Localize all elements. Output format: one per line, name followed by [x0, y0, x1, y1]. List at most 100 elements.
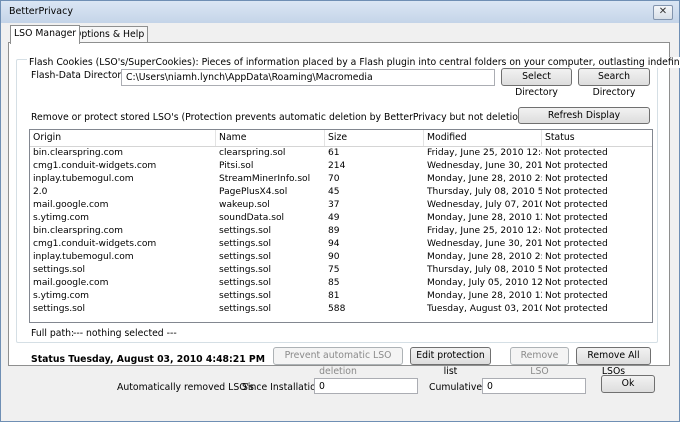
- table-row[interactable]: settings.sol settings.sol 75 Thursday, July…: [30, 264, 652, 277]
- cell-modified: Friday, June 25, 2010 12:45:25...: [427, 148, 542, 158]
- cell-size: 37: [328, 200, 340, 210]
- cell-size: 90: [328, 252, 340, 262]
- tab-lso-manager[interactable]: LSO Manager: [10, 25, 81, 44]
- remove-all-lsos-button[interactable]: Remove All LSOs: [576, 347, 651, 377]
- refresh-display-button[interactable]: Refresh Display: [518, 107, 650, 124]
- cell-name: settings.sol: [219, 278, 271, 288]
- table-row[interactable]: cmg1.conduit-widgets.com settings.sol 94 We…: [30, 238, 652, 251]
- cell-origin: inplay.tubemogul.com: [33, 174, 134, 184]
- cumulative-label: Cumulative:: [429, 382, 486, 393]
- cell-size: 49: [328, 213, 340, 223]
- cell-name: settings.sol: [219, 265, 271, 275]
- edit-protection-list-button[interactable]: Edit protection list: [410, 347, 491, 377]
- column-size[interactable]: Size: [325, 130, 424, 146]
- table-row[interactable]: mail.google.com wakeup.sol 37 Wednesday, Ju…: [30, 199, 652, 212]
- cell-modified: Thursday, July 08, 2010 5:40:...: [427, 187, 542, 197]
- cell-name: StreamMinerInfo.sol: [219, 174, 311, 184]
- column-modified[interactable]: Modified: [424, 130, 542, 146]
- table-row[interactable]: cmg1.conduit-widgets.com Pitsi.sol 214 Wedn…: [30, 160, 652, 173]
- cell-origin: s.ytimg.com: [33, 291, 90, 301]
- cell-status: Not protected: [545, 200, 608, 210]
- cell-modified: Monday, June 28, 2010 12:25:...: [427, 213, 542, 223]
- cell-modified: Monday, June 28, 2010 2:5...: [427, 174, 542, 184]
- cell-size: 81: [328, 291, 340, 301]
- cell-status: Not protected: [545, 265, 608, 275]
- select-directory-button[interactable]: Select Directory: [501, 68, 572, 98]
- cell-modified: Wednesday, July 07, 2010 12:...: [427, 200, 542, 210]
- table-row[interactable]: mail.google.com settings.sol 85 Monday, Jul…: [30, 277, 652, 290]
- cell-name: settings.sol: [219, 239, 271, 249]
- prevent-deletion-button[interactable]: Prevent automatic LSO deletion: [273, 347, 403, 377]
- cell-origin: inplay.tubemogul.com: [33, 252, 134, 262]
- cell-modified: Monday, June 28, 2010 12:25:...: [427, 291, 542, 301]
- cell-size: 61: [328, 148, 340, 158]
- close-icon[interactable]: ✕: [653, 5, 673, 20]
- title-bar[interactable]: BetterPrivacy ✕: [1, 1, 679, 23]
- cell-modified: Monday, July 05, 2010 12:59:...: [427, 278, 542, 288]
- remove-lso-button[interactable]: Remove LSO: [510, 347, 569, 377]
- cell-size: 75: [328, 265, 340, 275]
- since-installation-label: Since Installation:: [242, 382, 325, 393]
- cell-status: Not protected: [545, 187, 608, 197]
- cell-origin: cmg1.conduit-widgets.com: [33, 161, 157, 171]
- cell-size: 85: [328, 278, 340, 288]
- table-row[interactable]: 2.0 PagePlusX4.sol 45 Thursday, July 08, 20…: [30, 186, 652, 199]
- table-row[interactable]: bin.clearspring.com settings.sol 89 Friday,…: [30, 225, 652, 238]
- cell-status: Not protected: [545, 161, 608, 171]
- cell-name: settings.sol: [219, 226, 271, 236]
- flash-dir-input[interactable]: C:\Users\niamh.lynch\AppData\Roaming\Mac…: [121, 69, 495, 86]
- cell-size: 45: [328, 187, 340, 197]
- since-installation-field[interactable]: 0: [314, 378, 418, 394]
- cell-size: 588: [328, 304, 346, 314]
- cell-origin: mail.google.com: [33, 278, 109, 288]
- cell-status: Not protected: [545, 291, 608, 301]
- status-text: Status Tuesday, August 03, 2010 4:48:21 …: [31, 354, 265, 365]
- cell-origin: mail.google.com: [33, 200, 109, 210]
- flash-dir-label: Flash-Data Directory:: [31, 70, 130, 81]
- cell-origin: cmg1.conduit-widgets.com: [33, 239, 157, 249]
- table-row[interactable]: inplay.tubemogul.com settings.sol 90 Monday…: [30, 251, 652, 264]
- cell-size: 94: [328, 239, 340, 249]
- cell-origin: 2.0: [33, 187, 48, 197]
- cell-name: Pitsi.sol: [219, 161, 254, 171]
- cell-origin: s.ytimg.com: [33, 213, 90, 223]
- table-row[interactable]: s.ytimg.com soundData.sol 49 Monday, June 2…: [30, 212, 652, 225]
- cell-modified: Friday, June 25, 2010 12:45:25...: [427, 226, 542, 236]
- cell-size: 70: [328, 174, 340, 184]
- cell-name: clearspring.sol: [219, 148, 286, 158]
- cell-modified: Wednesday, June 30, 2010 4:...: [427, 239, 542, 249]
- tab-options-help[interactable]: Options & Help: [70, 26, 149, 43]
- cell-name: settings.sol: [219, 252, 271, 262]
- cumulative-field[interactable]: 0: [482, 378, 586, 394]
- cell-status: Not protected: [545, 239, 608, 249]
- cell-size: 89: [328, 226, 340, 236]
- cell-name: soundData.sol: [219, 213, 285, 223]
- cell-origin: bin.clearspring.com: [33, 148, 124, 158]
- column-status[interactable]: Status: [542, 130, 652, 146]
- table-row[interactable]: s.ytimg.com settings.sol 81 Monday, June 28…: [30, 290, 652, 303]
- cell-origin: settings.sol: [33, 265, 85, 275]
- lso-list[interactable]: Origin Name Size Modified Status bin.cle…: [29, 129, 653, 323]
- cell-size: 214: [328, 161, 346, 171]
- search-directory-button[interactable]: Search Directory: [578, 68, 650, 98]
- cell-status: Not protected: [545, 278, 608, 288]
- auto-removed-label: Automatically removed LSO's: [117, 382, 254, 393]
- flash-description: Flash Cookies (LSO's/SuperCookies): Piec…: [27, 57, 680, 68]
- cell-modified: Thursday, July 08, 2010 5:40:...: [427, 265, 542, 275]
- list-header: Origin Name Size Modified Status: [30, 130, 652, 147]
- cell-name: wakeup.sol: [219, 200, 270, 210]
- column-origin[interactable]: Origin: [30, 130, 216, 146]
- cell-origin: settings.sol: [33, 304, 85, 314]
- full-path-value: --- nothing selected ---: [73, 328, 177, 339]
- cell-origin: bin.clearspring.com: [33, 226, 124, 236]
- cell-status: Not protected: [545, 252, 608, 262]
- cell-modified: Wednesday, June 30, 2010 4:...: [427, 161, 542, 171]
- betterprivacy-window: BetterPrivacy ✕ LSO Manager Options & He…: [0, 0, 680, 422]
- table-row[interactable]: settings.sol settings.sol 588 Tuesday, Augu…: [30, 303, 652, 316]
- table-row[interactable]: inplay.tubemogul.com StreamMinerInfo.sol 7…: [30, 173, 652, 186]
- cell-name: PagePlusX4.sol: [219, 187, 288, 197]
- column-name[interactable]: Name: [216, 130, 325, 146]
- table-row[interactable]: bin.clearspring.com clearspring.sol 61 Frid…: [30, 147, 652, 160]
- ok-button[interactable]: Ok: [601, 375, 655, 393]
- cell-status: Not protected: [545, 148, 608, 158]
